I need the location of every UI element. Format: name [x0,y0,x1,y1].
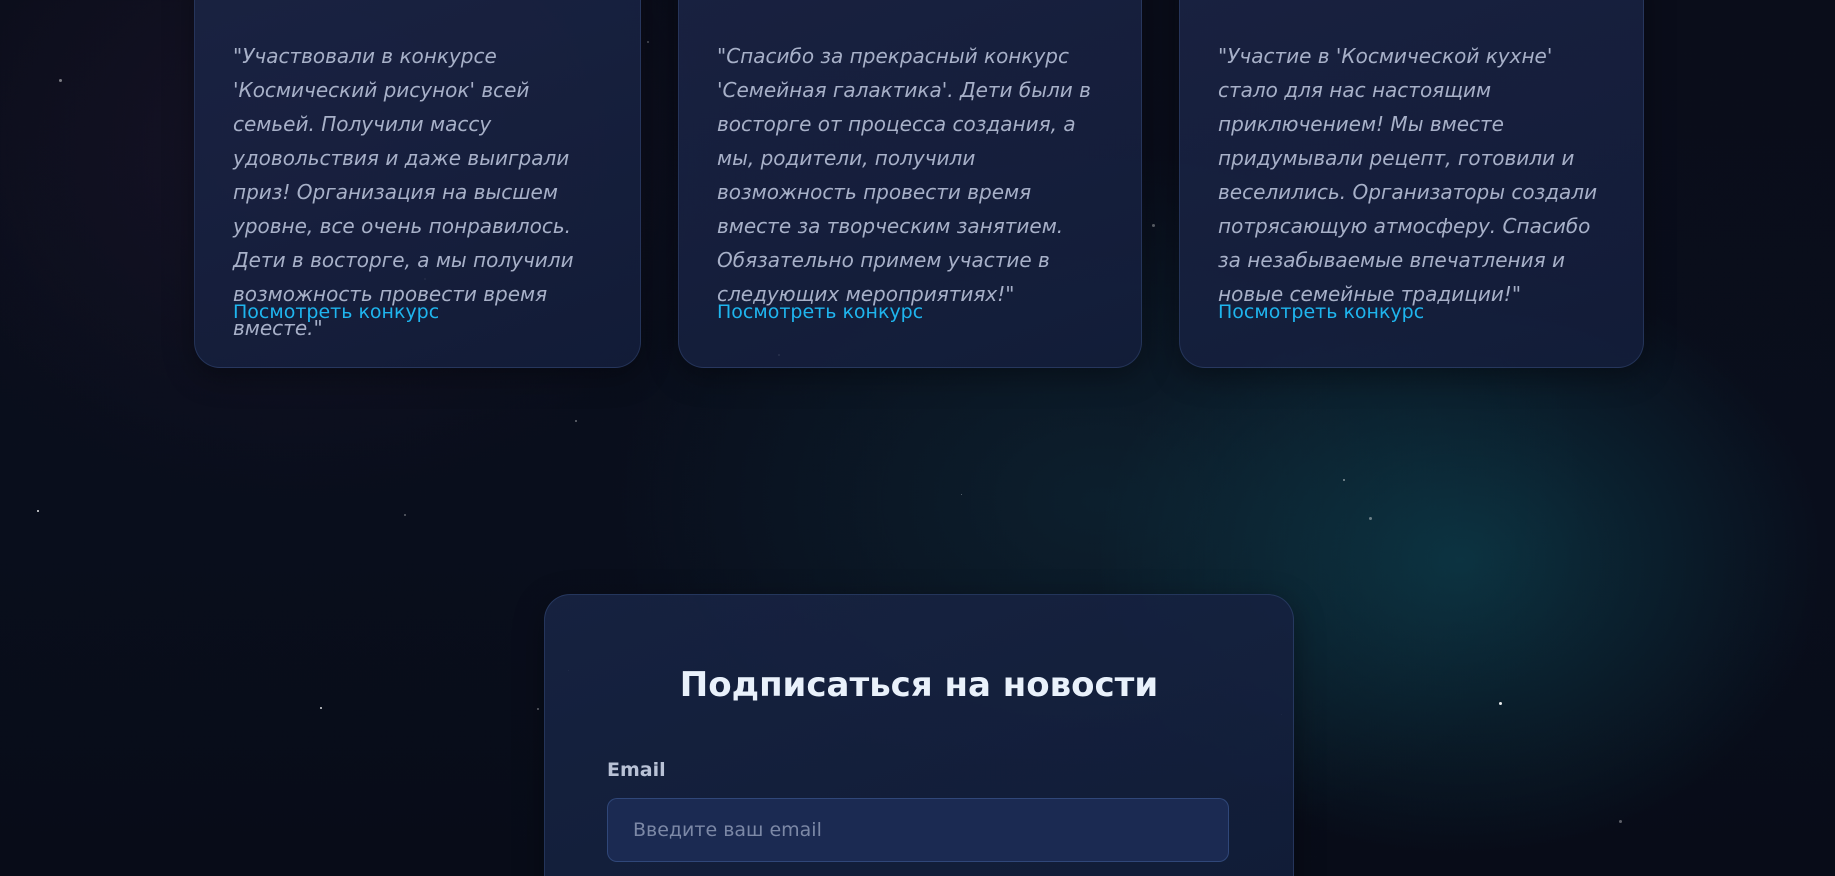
view-contest-link[interactable]: Посмотреть конкурс [717,301,923,323]
view-contest-link[interactable]: Посмотреть конкурс [233,301,439,323]
star [575,420,577,422]
testimonial-card-2: "Спасибо за прекрасный конкурс 'Семейная… [678,0,1142,368]
star [37,510,39,512]
email-label: Email [607,759,666,781]
email-input[interactable] [607,798,1229,862]
view-contest-link[interactable]: Посмотреть конкурс [1218,301,1424,323]
star [961,494,962,495]
subscribe-title: Подписаться на новости [679,665,1159,705]
star [537,708,539,710]
testimonial-quote: "Спасибо за прекрасный конкурс 'Семейная… [717,44,1091,306]
star [404,514,406,516]
star [1499,702,1502,705]
star [1369,517,1372,520]
testimonial-quote: "Участвовали в конкурсе 'Космический рис… [233,44,574,340]
testimonial-card-1: "Участвовали в конкурсе 'Космический рис… [194,0,641,368]
star [320,707,322,709]
testimonial-quote: "Участие в 'Космической кухне' стало для… [1218,44,1598,306]
star [647,41,649,43]
star [1152,224,1155,227]
star [1343,479,1345,481]
testimonial-card-3: "Участие в 'Космической кухне' стало для… [1179,0,1644,368]
star [59,79,62,82]
newsletter-subscribe-form: Подписаться на новости Email [544,594,1294,876]
star [1619,820,1622,823]
